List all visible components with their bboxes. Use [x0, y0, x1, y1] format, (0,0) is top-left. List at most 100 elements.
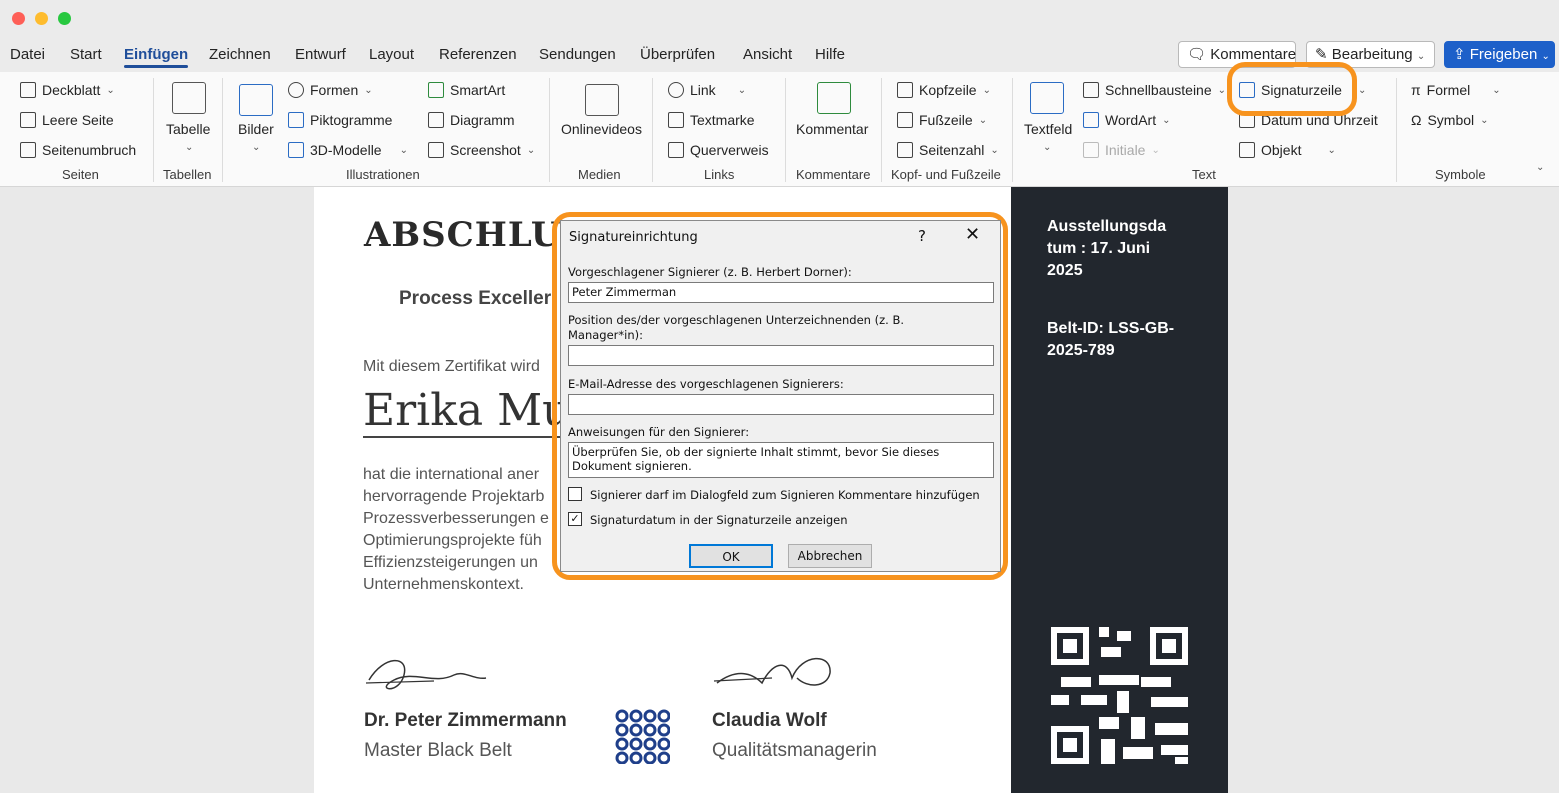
textmarke-label: Textmarke: [690, 112, 755, 128]
icons-icon: [288, 112, 304, 128]
chevron-down-icon[interactable]: ⌄: [1358, 85, 1366, 96]
text-box-icon: [1030, 82, 1064, 114]
tab-sendungen[interactable]: Sendungen: [539, 46, 616, 63]
ok-button[interactable]: OK: [689, 544, 773, 568]
link-icon: [668, 82, 684, 98]
formel-label: Formel: [1426, 82, 1471, 98]
ribbon-divider: [549, 78, 550, 182]
cover-page-icon: [20, 82, 36, 98]
show-date-label: Signaturdatum in der Signaturzeile anzei…: [590, 513, 848, 527]
qr-code-icon: [1051, 627, 1188, 764]
seitenumbruch-button[interactable]: Seitenumbruch: [20, 142, 136, 158]
querverweis-label: Querverweis: [690, 142, 769, 158]
maximize-window-button[interactable]: [58, 12, 71, 25]
allow-comments-checkbox[interactable]: [568, 487, 582, 501]
kopfzeile-button[interactable]: Kopfzeile ⌄: [897, 82, 991, 98]
diagramm-button[interactable]: Diagramm: [428, 112, 515, 128]
tabelle-button[interactable]: Tabelle: [166, 121, 210, 137]
screenshot-button[interactable]: Screenshot ⌄: [428, 142, 535, 158]
leere-seite-button[interactable]: Leere Seite: [20, 112, 114, 128]
objekt-button[interactable]: Objekt ⌄: [1239, 142, 1336, 158]
name-underline: [363, 436, 563, 438]
piktogramme-button[interactable]: Piktogramme: [288, 112, 392, 128]
tab-zeichnen[interactable]: Zeichnen: [209, 46, 271, 63]
smartart-button[interactable]: SmartArt: [428, 82, 505, 98]
dialog-title: Signatureinrichtung: [569, 230, 698, 245]
share-button[interactable]: ⇪ Freigeben ⌄: [1444, 41, 1555, 68]
deckblatt-button[interactable]: Deckblatt ⌄: [20, 82, 115, 98]
position-label-line2: Manager*in):: [568, 328, 644, 342]
comments-label: Kommentare: [1210, 46, 1297, 63]
screenshot-label: Screenshot: [450, 142, 521, 158]
body-line: Prozessverbesserungen e: [363, 510, 549, 527]
recipient-name: Erika Mu: [363, 385, 571, 436]
tab-einfuegen[interactable]: Einfügen: [124, 46, 189, 68]
leere-seite-label: Leere Seite: [42, 112, 114, 128]
cancel-button[interactable]: Abbrechen: [788, 544, 872, 568]
chevron-down-icon: ⌄: [1416, 51, 1426, 62]
email-label: E-Mail-Adresse des vorgeschlagenen Signi…: [568, 377, 844, 391]
minimize-window-button[interactable]: [35, 12, 48, 25]
body-line: Effizienzsteigerungen un: [363, 554, 538, 571]
tab-entwurf[interactable]: Entwurf: [295, 46, 346, 63]
email-input[interactable]: [568, 394, 994, 415]
tab-datei[interactable]: Datei: [10, 46, 45, 63]
fusszeile-button[interactable]: Fußzeile ⌄: [897, 112, 987, 128]
3d-modelle-button[interactable]: 3D-Modelle ⌄: [288, 142, 408, 158]
ribbon-divider: [153, 78, 154, 182]
shapes-icon: [288, 82, 304, 98]
formel-button[interactable]: π Formel ⌄: [1411, 82, 1501, 98]
instructions-textarea[interactable]: Überprüfen Sie, ob der signierte Inhalt …: [568, 442, 994, 478]
pictures-icon: [239, 84, 273, 116]
wordart-button[interactable]: WordArt ⌄: [1083, 112, 1170, 128]
schnellbausteine-label: Schnellbausteine: [1105, 82, 1212, 98]
seitenzahl-button[interactable]: Seitenzahl ⌄: [897, 142, 999, 158]
body-line: Optimierungsprojekte füh: [363, 532, 542, 549]
ribbon-divider: [785, 78, 786, 182]
tab-referenzen[interactable]: Referenzen: [439, 46, 517, 63]
tab-ansicht[interactable]: Ansicht: [743, 46, 792, 63]
symbol-button[interactable]: Ω Symbol ⌄: [1411, 112, 1489, 128]
signature-image-1: [365, 659, 487, 690]
tab-ueberpruefen[interactable]: Überprüfen: [640, 46, 715, 63]
position-input[interactable]: [568, 345, 994, 366]
body-line: hat die international aner: [363, 466, 540, 483]
fusszeile-label: Fußzeile: [919, 112, 973, 128]
collapse-ribbon-icon[interactable]: ⌄: [1536, 162, 1544, 173]
tab-start[interactable]: Start: [70, 46, 102, 63]
chevron-down-icon: ⌄: [1043, 142, 1052, 153]
certificate-intro: Mit diesem Zertifikat wird: [363, 358, 540, 375]
tab-hilfe[interactable]: Hilfe: [815, 46, 845, 63]
onlinevideos-button[interactable]: Onlinevideos: [561, 121, 642, 137]
allow-comments-label: Signierer darf im Dialogfeld zum Signier…: [590, 488, 980, 502]
help-button[interactable]: ?: [918, 227, 926, 245]
show-date-checkbox[interactable]: ✓: [568, 512, 582, 526]
textfeld-button[interactable]: Textfeld: [1024, 121, 1072, 137]
ribbon-divider: [1012, 78, 1013, 182]
tab-layout[interactable]: Layout: [369, 46, 414, 63]
textmarke-button[interactable]: Textmarke: [668, 112, 755, 128]
online-video-icon: [585, 84, 619, 116]
link-button[interactable]: Link ⌄: [668, 82, 746, 98]
smartart-label: SmartArt: [450, 82, 506, 98]
close-button[interactable]: ✕: [965, 224, 980, 245]
schnellbausteine-button[interactable]: Schnellbausteine ⌄: [1083, 82, 1226, 98]
certificate-subtitle: Process Exceller: [399, 288, 552, 309]
chevron-down-icon: ⌄: [399, 144, 408, 156]
close-window-button[interactable]: [12, 12, 25, 25]
cube-icon: [288, 142, 304, 158]
diagramm-label: Diagramm: [450, 112, 515, 128]
wordart-icon: [1083, 112, 1099, 128]
3d-modelle-label: 3D-Modelle: [310, 142, 382, 158]
formen-button[interactable]: Formen ⌄: [288, 82, 373, 98]
footer-icon: [897, 112, 913, 128]
header-icon: [897, 82, 913, 98]
bilder-button[interactable]: Bilder: [238, 121, 274, 137]
chevron-down-icon: ⌄: [1480, 114, 1489, 126]
share-label: Freigeben: [1469, 46, 1538, 63]
kommentar-button[interactable]: Kommentar: [796, 121, 868, 137]
signer-input[interactable]: Peter Zimmerman: [568, 282, 994, 303]
querverweis-button[interactable]: Querverweis: [668, 142, 769, 158]
group-label-kopf-fusszeile: Kopf- und Fußzeile: [891, 167, 1001, 182]
chevron-down-icon: ⌄: [1151, 144, 1160, 156]
